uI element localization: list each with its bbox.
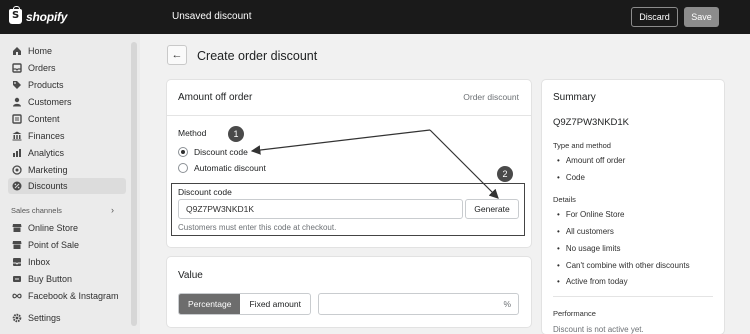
summary-title: Summary [553,92,596,103]
details-heading: Details [553,195,576,204]
person-icon [12,97,22,107]
tag-icon [12,80,22,90]
sidebar-scrollbar[interactable] [131,42,137,326]
brand-name: shopify [26,9,68,24]
sidebar-item-content[interactable]: Content [12,112,126,126]
unsaved-status: Unsaved discount [172,11,252,22]
save-button[interactable]: Save [684,7,719,27]
help-text: Customers must enter this code at checko… [178,223,337,232]
arrow-left-icon: ← [171,49,183,61]
sidebar-item-label: Marketing [28,165,68,175]
sidebar-item-inbox[interactable]: Inbox [12,255,126,269]
sidebar-item-analytics[interactable]: Analytics [12,146,126,160]
chevron-right-icon[interactable]: › [111,205,114,215]
summary-list-item: Amount off order [557,156,625,165]
buy-button-icon [12,274,22,284]
summary-code: Q9Z7PW3NKD1K [553,117,630,128]
shopify-bag-icon [9,6,22,24]
radio-selected[interactable] [178,147,188,157]
sidebar-item-finances[interactable]: Finances [12,129,126,143]
sidebar-item-point-of-sale[interactable]: Point of Sale [12,238,126,252]
sidebar-item-label: Products [28,80,64,90]
option-label: Discount code [194,147,248,157]
radio-unselected[interactable] [178,163,188,173]
sidebar-item-label: Settings [28,313,61,323]
sidebar-item-buy-button[interactable]: Buy Button [12,272,126,286]
value-card: Value Percentage Fixed amount % [167,257,531,327]
type-method-heading: Type and method [553,141,611,150]
summary-list-item: Active from today [557,277,628,286]
amount-off-order-card: Amount off order Order discount Method D… [167,80,531,247]
discount-code-input[interactable]: Q9Z7PW3NKD1K [178,199,463,219]
annotation-badge-2: 2 [497,166,513,182]
value-title: Value [178,270,203,281]
sidebar-item-products[interactable]: Products [12,78,126,92]
method-label: Method [178,128,207,138]
discount-icon [12,181,22,191]
sidebar-item-label: Facebook & Instagram [28,291,119,301]
sidebar-item-label: Point of Sale [28,240,80,250]
discount-code-option[interactable]: Discount code [178,147,248,157]
pos-icon [12,240,22,250]
home-icon [12,46,22,56]
top-bar: shopify Unsaved discount Discard Save [0,0,750,34]
divider [553,296,713,297]
sidebar-item-online-store[interactable]: Online Store [12,221,126,235]
sidebar: Home Orders Products Customers Content F… [0,34,140,334]
automatic-discount-option[interactable]: Automatic discount [178,163,266,173]
summary-list-item: No usage limits [557,244,621,253]
percent-suffix: % [503,299,511,309]
summary-list-item: For Online Store [557,210,625,219]
summary-list-item: All customers [557,227,614,236]
performance-heading: Performance [553,309,596,318]
value-type-toggle: Percentage Fixed amount [178,293,311,315]
option-label: Automatic discount [194,163,266,173]
sidebar-item-label: Inbox [28,257,51,267]
sidebar-item-home[interactable]: Home [12,44,126,58]
sidebar-item-orders[interactable]: Orders [12,61,126,75]
infinity-icon [12,291,22,301]
shopify-logo[interactable]: shopify [9,6,68,24]
gear-icon [12,313,22,323]
store-icon [12,223,22,233]
sidebar-item-settings[interactable]: Settings [12,311,126,325]
discard-button[interactable]: Discard [631,7,678,27]
discount-code-label: Discount code [178,187,232,197]
divider [167,115,531,116]
sidebar-item-discounts[interactable]: Discounts [8,178,126,194]
card-title: Amount off order [178,92,253,103]
discount-code-section: Discount code Q9Z7PW3NKD1K Generate Cust… [171,183,525,236]
sidebar-item-label: Discounts [28,181,68,191]
orders-icon [12,63,22,73]
sidebar-item-marketing[interactable]: Marketing [12,163,126,177]
bank-icon [12,131,22,141]
sidebar-item-label: Online Store [28,223,79,233]
percentage-button[interactable]: Percentage [179,294,241,314]
target-icon [12,165,22,175]
chart-icon [12,148,22,158]
back-button[interactable]: ← [167,45,187,65]
value-input[interactable]: % [318,293,519,315]
sidebar-item-label: Home [28,46,53,56]
sidebar-item-label: Analytics [28,148,65,158]
performance-text: Discount is not active yet. [553,325,644,334]
generate-button[interactable]: Generate [465,199,519,219]
sidebar-item-facebook-instagram[interactable]: Facebook & Instagram [12,289,126,303]
sales-channels-heading: Sales channels [11,206,62,215]
inbox-icon [12,257,22,267]
sidebar-item-customers[interactable]: Customers [12,95,126,109]
summary-card: Summary Q9Z7PW3NKD1K Type and method Amo… [542,80,724,334]
fixed-amount-button[interactable]: Fixed amount [240,294,310,314]
summary-list-item: Can't combine with other discounts [557,261,690,270]
sidebar-item-label: Finances [28,131,65,141]
content-icon [12,114,22,124]
sidebar-item-label: Orders [28,63,56,73]
card-subtitle: Order discount [463,92,519,102]
annotation-badge-1: 1 [228,126,244,142]
page-title: Create order discount [197,49,318,63]
summary-list-item: Code [557,173,585,182]
sidebar-item-label: Customers [28,97,72,107]
sidebar-item-label: Buy Button [28,274,73,284]
sidebar-item-label: Content [28,114,60,124]
